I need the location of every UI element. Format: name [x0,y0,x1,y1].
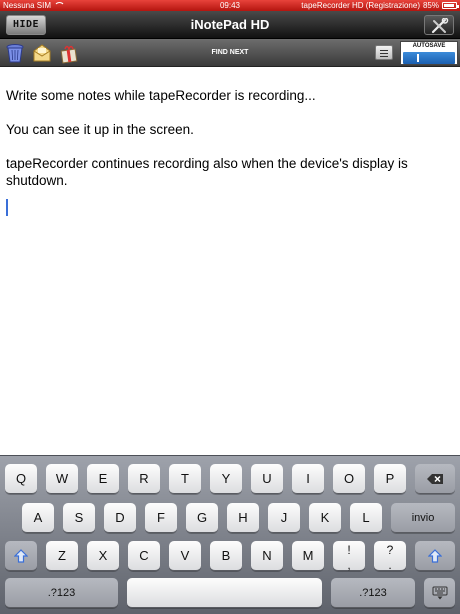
key-q[interactable]: Q [5,464,37,494]
key-b[interactable]: B [210,541,242,571]
key-d[interactable]: D [104,503,136,533]
key-u[interactable]: U [251,464,283,494]
key-r[interactable]: R [128,464,160,494]
key-e[interactable]: E [87,464,119,494]
key-lower-char: . [388,558,392,572]
key-k[interactable]: K [309,503,341,533]
ipad-screen: Nessuna SIM 09:43 tapeRecorder HD (Regis… [0,0,460,614]
title-bar: HIDE iNotePad HD [0,11,460,39]
key-n[interactable]: N [251,541,283,571]
backspace-icon [427,473,443,484]
autosave-label: AUTOSAVE [412,43,446,49]
key-f[interactable]: F [145,503,177,533]
trash-icon[interactable] [4,42,26,64]
key-a[interactable]: A [22,503,54,533]
key-j[interactable]: J [268,503,300,533]
find-next-button[interactable]: FIND NEXT [200,39,260,67]
hide-keyboard-key[interactable] [424,578,455,608]
status-bar[interactable]: Nessuna SIM 09:43 tapeRecorder HD (Regis… [0,0,460,11]
key-question-period[interactable]: ? . [374,541,406,571]
onscreen-keyboard: Q W E R T Y U I O P A S D F G H J K L in… [0,455,460,614]
note-editor[interactable]: Write some notes while tapeRecorder is r… [0,67,460,455]
key-upper-char: ? [386,543,394,557]
mail-icon[interactable] [31,42,53,64]
space-bar[interactable] [127,578,322,608]
key-g[interactable]: G [186,503,218,533]
note-line: Write some notes while tapeRecorder is r… [6,88,316,103]
key-l[interactable]: L [350,503,382,533]
key-p[interactable]: P [374,464,406,494]
key-m[interactable]: M [292,541,324,571]
toolbar: FIND NEXT AUTOSAVE [0,39,460,67]
key-i[interactable]: I [292,464,324,494]
note-line: tapeRecorder continues recording also wh… [6,156,408,171]
key-exclaim-comma[interactable]: ! , [333,541,365,571]
recording-app-status[interactable]: tapeRecorder HD (Registrazione) [301,0,420,11]
battery-icon [442,2,459,9]
numbers-right-key[interactable]: .?123 [331,578,415,608]
key-lower-char: , [347,558,351,572]
key-upper-char: ! [347,543,351,557]
key-z[interactable]: Z [46,541,78,571]
shift-right-key[interactable] [415,541,455,571]
key-o[interactable]: O [333,464,365,494]
shift-icon [14,548,28,563]
autosave-switch[interactable] [403,52,455,64]
wrench-screwdriver-icon [431,18,449,34]
shift-icon [428,548,442,563]
key-v[interactable]: V [169,541,201,571]
key-w[interactable]: W [46,464,78,494]
autosave-toggle[interactable]: AUTOSAVE [400,41,458,65]
battery-percent: 85% [422,1,439,10]
note-line: You can see it up in the screen. [6,122,194,137]
menu-button[interactable] [375,45,393,60]
numbers-left-key[interactable]: .?123 [5,578,118,608]
key-h[interactable]: H [227,503,259,533]
shift-left-key[interactable] [5,541,37,571]
key-t[interactable]: T [169,464,201,494]
tools-button[interactable] [424,15,454,35]
key-c[interactable]: C [128,541,160,571]
status-right: tapeRecorder HD (Registrazione) 85% [301,0,459,11]
text-cursor [6,199,8,216]
return-key[interactable]: invio [391,503,455,533]
key-s[interactable]: S [63,503,95,533]
note-line: shutdown. [6,173,68,188]
app-title: iNotePad HD [190,17,270,32]
key-x[interactable]: X [87,541,119,571]
backspace-key[interactable] [415,464,455,494]
keyboard-hide-icon [432,586,447,599]
gift-icon[interactable] [58,42,80,64]
key-y[interactable]: Y [210,464,242,494]
